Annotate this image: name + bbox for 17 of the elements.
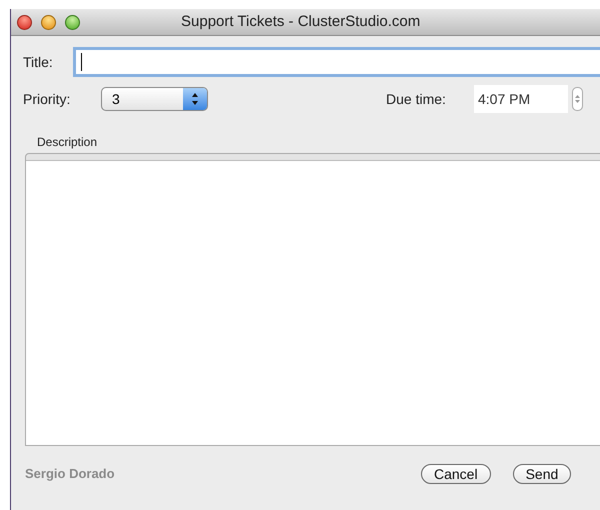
stepper-icon	[183, 88, 207, 110]
due-time-label: Due time:	[386, 90, 447, 108]
time-stepper-icon[interactable]	[572, 87, 583, 111]
description-label: Description	[36, 134, 98, 151]
window-title: Support Tickets - ClusterStudio.com	[181, 12, 420, 32]
user-name: Sergio Dorado	[25, 465, 116, 484]
title-field[interactable]	[73, 47, 600, 77]
text-cursor	[81, 53, 82, 71]
minimize-button[interactable]	[41, 14, 56, 30]
zoom-button[interactable]	[65, 14, 80, 30]
title-label: Title:	[23, 52, 54, 72]
send-button[interactable]: Send	[512, 464, 572, 484]
priority-dropdown[interactable]: 3	[101, 87, 208, 111]
due-time-field[interactable]: 4:07 PM	[474, 85, 568, 113]
priority-label: Priority:	[23, 90, 72, 109]
close-button[interactable]	[17, 14, 32, 30]
cancel-button[interactable]: Cancel	[421, 464, 491, 484]
